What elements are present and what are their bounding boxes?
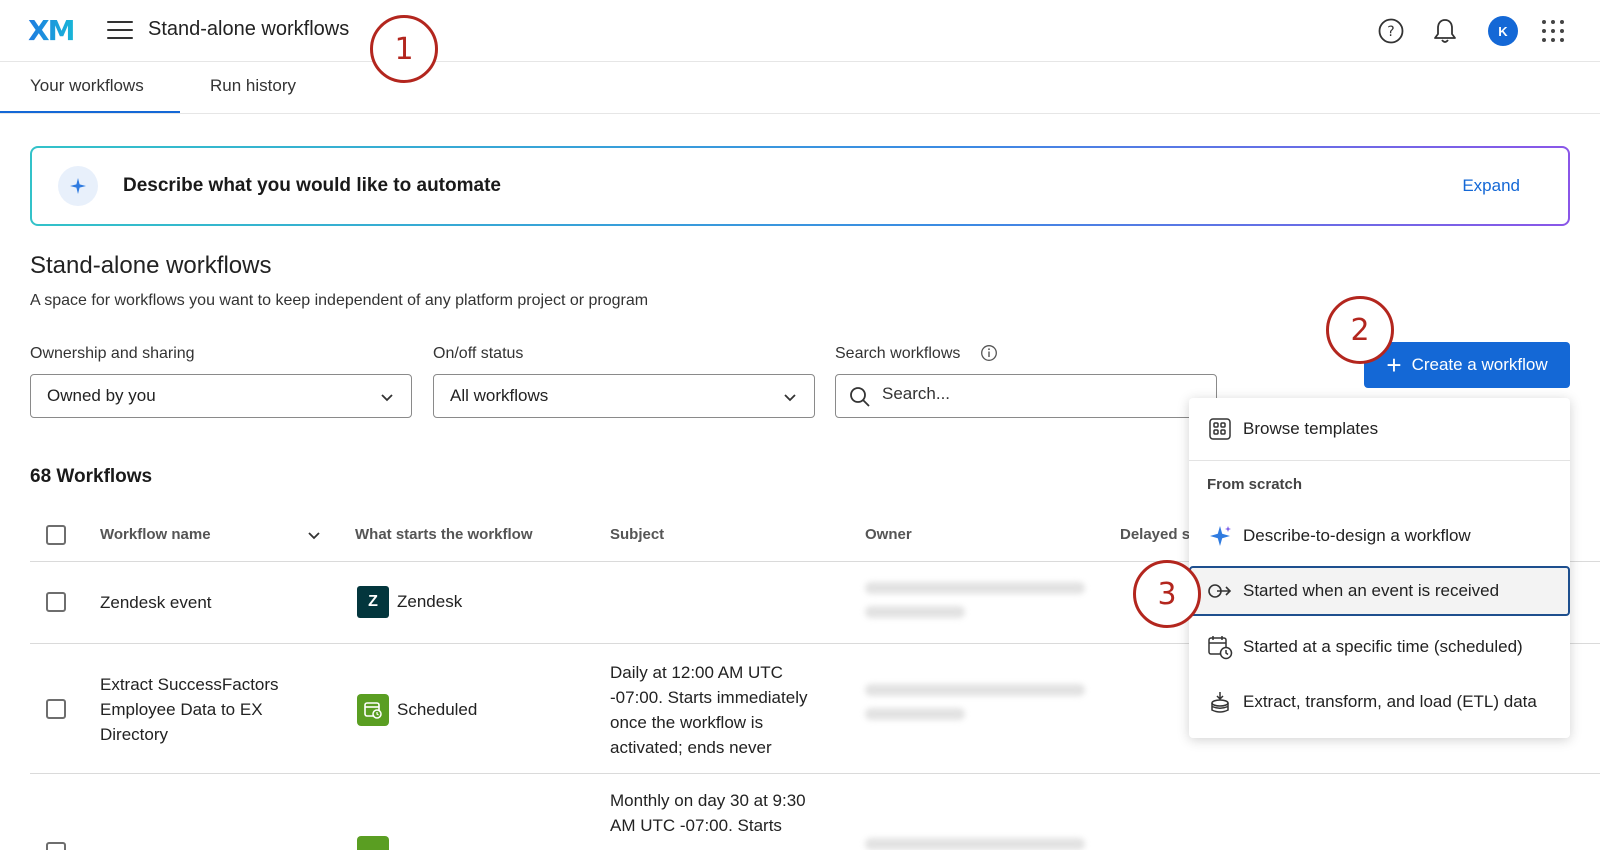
search-icon [848,385,872,414]
sparkle-icon [58,166,98,206]
annotation-marker-1: 1 [370,15,438,83]
workflow-name[interactable]: Zendesk event [100,590,212,615]
trigger-label: Zendesk [397,592,463,611]
ai-describe-banner[interactable]: Describe what you would like to automate… [30,146,1570,226]
help-icon[interactable]: ? [1374,14,1408,48]
select-all-checkbox[interactable] [46,525,66,545]
create-workflow-menu: Browse templates From scratch Describe-t… [1189,398,1570,738]
menu-divider [1189,460,1570,461]
tab-run-history[interactable]: Run history [210,76,296,96]
owner-redacted [865,606,965,618]
workflow-name[interactable]: Extract SuccessFactors Employee Data to … [100,672,305,747]
info-icon[interactable] [980,344,998,367]
top-bar: XM Stand-alone workflows ? K [0,0,1600,62]
search-box[interactable] [835,374,1217,418]
menu-item-event-triggered[interactable]: Started when an event is received [1189,566,1570,616]
column-workflow-name[interactable]: Workflow name [100,526,211,543]
menu-item-label: Extract, transform, and load (ETL) data [1243,692,1537,711]
create-workflow-label: Create a workflow [1411,355,1548,374]
scheduled-icon [357,694,389,726]
section-subtitle: A space for workflows you want to keep i… [30,292,649,309]
chevron-down-icon [782,389,798,410]
owner-redacted [865,684,1085,696]
menu-item-describe-to-design[interactable]: Describe-to-design a workflow [1189,511,1570,561]
avatar[interactable]: K [1486,14,1520,48]
row-checkbox[interactable] [46,592,66,612]
tab-bar: Your workflows Run history [0,62,1600,114]
ownership-select-value: Owned by you [47,386,156,405]
ownership-filter-label: Ownership and sharing [30,345,195,362]
search-input[interactable] [882,384,1202,404]
owner-redacted [865,708,965,720]
menu-group-label: From scratch [1207,476,1303,493]
avatar-initial: K [1488,16,1518,46]
section-title: Stand-alone workflows [30,252,272,279]
expand-link[interactable]: Expand [1462,176,1520,196]
status-filter-label: On/off status [433,345,524,362]
subject-text: Monthly on day 30 at 9:30 AM UTC -07:00.… [610,791,806,835]
menu-item-etl[interactable]: Extract, transform, and load (ETL) data [1189,677,1570,727]
sparkle-icon [1207,523,1233,549]
scheduled-icon [357,836,389,850]
menu-item-scheduled[interactable]: Started at a specific time (scheduled) [1189,622,1570,672]
workflow-count: 68 Workflows [30,466,153,487]
notification-bell-icon[interactable] [1428,14,1462,48]
browse-templates-label: Browse templates [1243,419,1379,438]
template-grid-icon [1207,416,1233,442]
column-delayed[interactable]: Delayed s [1120,526,1190,543]
create-workflow-button[interactable]: + Create a workflow [1364,342,1570,388]
banner-text: Describe what you would like to automate [123,175,501,196]
owner-redacted [865,582,1085,594]
sort-chevron-icon[interactable] [306,527,322,548]
app-grid-icon[interactable] [1536,14,1570,48]
status-select[interactable]: All workflows [433,374,815,418]
active-tab-indicator [0,111,180,113]
menu-icon[interactable] [107,21,133,41]
trigger-label: Scheduled [397,700,478,719]
app-title: Stand-alone workflows [148,18,350,40]
column-trigger[interactable]: What starts the workflow [355,526,533,543]
menu-item-label: Started at a specific time (scheduled) [1243,637,1523,656]
row-checkbox[interactable] [46,699,66,719]
table-row[interactable]: Monthly on day 30 at 9:30 AM UTC -07:00.… [30,774,1600,850]
database-icon [1207,689,1233,715]
annotation-marker-3: 3 [1133,560,1201,628]
svg-text:?: ? [1387,24,1394,40]
xm-logo[interactable]: XM [28,14,75,47]
owner-redacted [865,838,1085,850]
plus-icon: + [1386,350,1402,380]
event-arrow-icon [1207,578,1233,604]
zendesk-icon: Z [357,586,389,618]
calendar-clock-icon [1207,634,1233,660]
menu-item-label: Started when an event is received [1243,581,1500,600]
row-checkbox[interactable] [46,842,66,850]
search-label: Search workflows [835,345,961,362]
annotation-marker-2: 2 [1326,296,1394,364]
tab-your-workflows[interactable]: Your workflows [30,76,144,96]
subject-text: Daily at 12:00 AM UTC -07:00. Starts imm… [610,663,808,757]
column-owner[interactable]: Owner [865,526,912,543]
status-select-value: All workflows [450,386,549,405]
chevron-down-icon [379,389,395,410]
menu-item-browse-templates[interactable]: Browse templates [1189,404,1570,454]
column-subject[interactable]: Subject [610,526,664,543]
ownership-select[interactable]: Owned by you [30,374,412,418]
menu-item-label: Describe-to-design a workflow [1243,526,1471,545]
